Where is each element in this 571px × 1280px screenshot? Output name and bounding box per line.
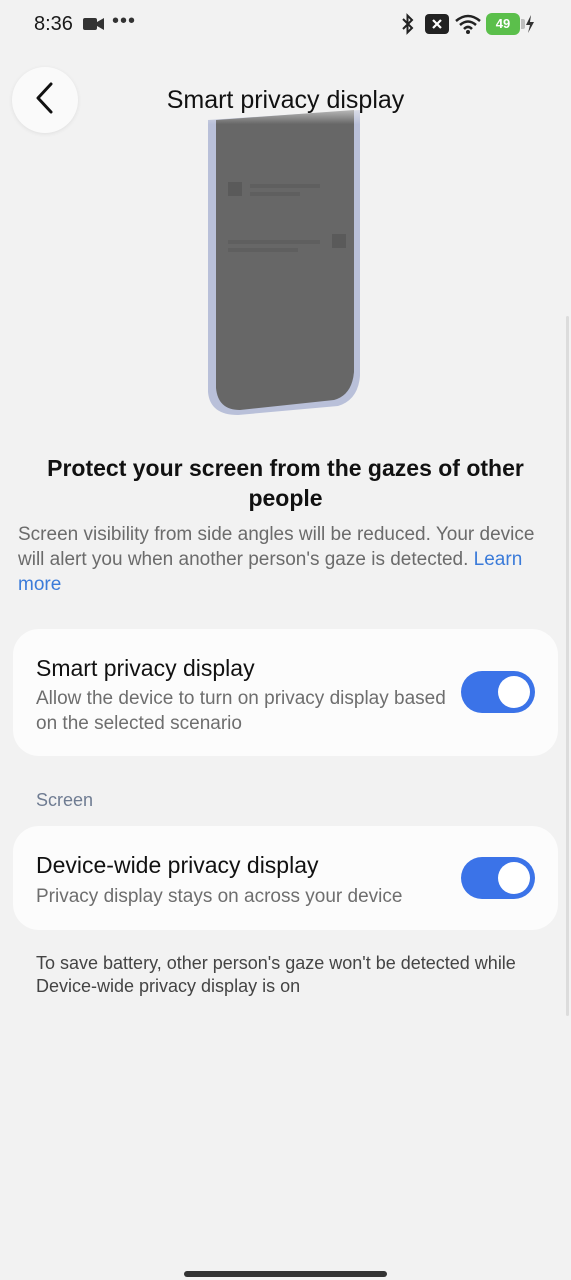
device-wide-subtitle: Privacy display stays on across your dev…	[36, 886, 403, 907]
status-time: 8:36	[34, 13, 73, 35]
scrollbar[interactable]	[566, 316, 569, 1016]
charging-icon	[524, 14, 536, 39]
status-bar: 8:36 ••• 49	[0, 0, 571, 50]
bluetooth-icon	[400, 13, 416, 40]
section-label-screen: Screen	[36, 790, 94, 810]
smart-privacy-toggle[interactable]	[461, 671, 535, 713]
battery-icon: 49	[486, 13, 525, 35]
mute-icon	[425, 14, 449, 39]
intro-body: Screen visibility from side angles will …	[18, 522, 548, 597]
page-title: Smart privacy display	[166, 86, 405, 114]
intro-description: Screen visibility from side angles will …	[18, 524, 535, 570]
privacy-illustration	[200, 100, 370, 420]
device-wide-toggle[interactable]	[461, 857, 535, 899]
more-dots-icon: •••	[112, 10, 137, 32]
battery-footnote: To save battery, other person's gaze won…	[36, 953, 516, 996]
smart-privacy-title: Smart privacy display	[36, 655, 255, 681]
smart-privacy-card[interactable]: Smart privacy display Allow the device t…	[13, 629, 558, 756]
smart-privacy-subtitle: Allow the device to turn on privacy disp…	[36, 688, 446, 734]
video-icon	[83, 17, 105, 36]
toggle-knob	[498, 676, 530, 708]
wifi-icon	[454, 14, 482, 39]
device-wide-title: Device-wide privacy display	[36, 852, 319, 878]
intro-heading: Protect your screen from the gazes of ot…	[47, 455, 524, 511]
toggle-knob	[498, 862, 530, 894]
device-wide-privacy-card[interactable]: Device-wide privacy display Privacy disp…	[13, 826, 558, 930]
gesture-nav-handle[interactable]	[184, 1271, 387, 1277]
